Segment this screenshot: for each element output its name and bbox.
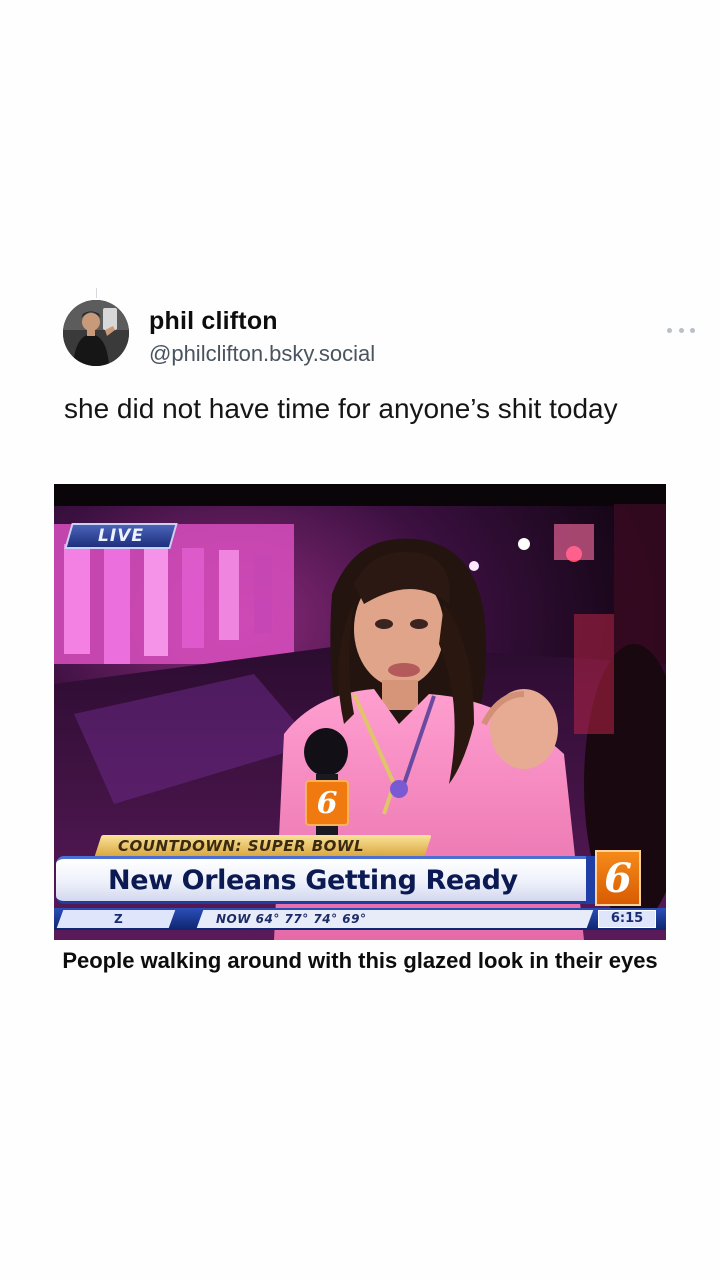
ticker-time-label: 6:15 (610, 911, 644, 926)
ellipsis-icon (667, 327, 672, 333)
ellipsis-icon (678, 327, 684, 333)
lower-third-headline: New Orleans Getting Ready (56, 856, 612, 904)
kicker-label: COUNTDOWN: SUPER BOWL (118, 837, 365, 855)
news-ticker: Z NOW 64° 77° 74° 69° 6:15 (54, 908, 666, 930)
lower-third-kicker: COUNTDOWN: SUPER BOWL (94, 835, 432, 857)
post-header: phil clifton @philclifton.bsky.social (63, 300, 703, 370)
mic-flag-label: 6 (316, 785, 338, 821)
ticker-weather: NOW 64° 77° 74° 69° (196, 910, 594, 928)
more-options-button[interactable] (667, 320, 695, 340)
live-bug: LIVE (64, 523, 178, 549)
image-caption: People walking around with this glazed l… (62, 948, 658, 973)
station-logo-label: 6 (604, 854, 632, 902)
thread-connector (96, 288, 97, 298)
video-still[interactable]: LIVE 6 COUNTDOWN: SUPER BOWL New Orleans… (54, 484, 666, 940)
mic-flag: 6 (305, 780, 349, 826)
ticker-brand-label: Z (114, 912, 123, 926)
ticker-weather-label: NOW 64° 77° 74° 69° (216, 912, 367, 926)
live-label: LIVE (98, 526, 144, 546)
headline-text: New Orleans Getting Ready (108, 865, 518, 896)
author-name[interactable]: phil clifton (149, 307, 278, 336)
ticker-brand: Z (56, 910, 176, 928)
ticker-time: 6:15 (598, 910, 656, 928)
avatar[interactable] (63, 300, 129, 366)
ellipsis-icon (690, 327, 695, 333)
station-logo: 6 (595, 850, 641, 906)
post-text: she did not have time for anyone’s shit … (64, 393, 618, 424)
post-screen: phil clifton @philclifton.bsky.social sh… (0, 0, 720, 1280)
author-handle[interactable]: @philclifton.bsky.social (149, 341, 375, 367)
profile-photo-icon (63, 300, 129, 366)
